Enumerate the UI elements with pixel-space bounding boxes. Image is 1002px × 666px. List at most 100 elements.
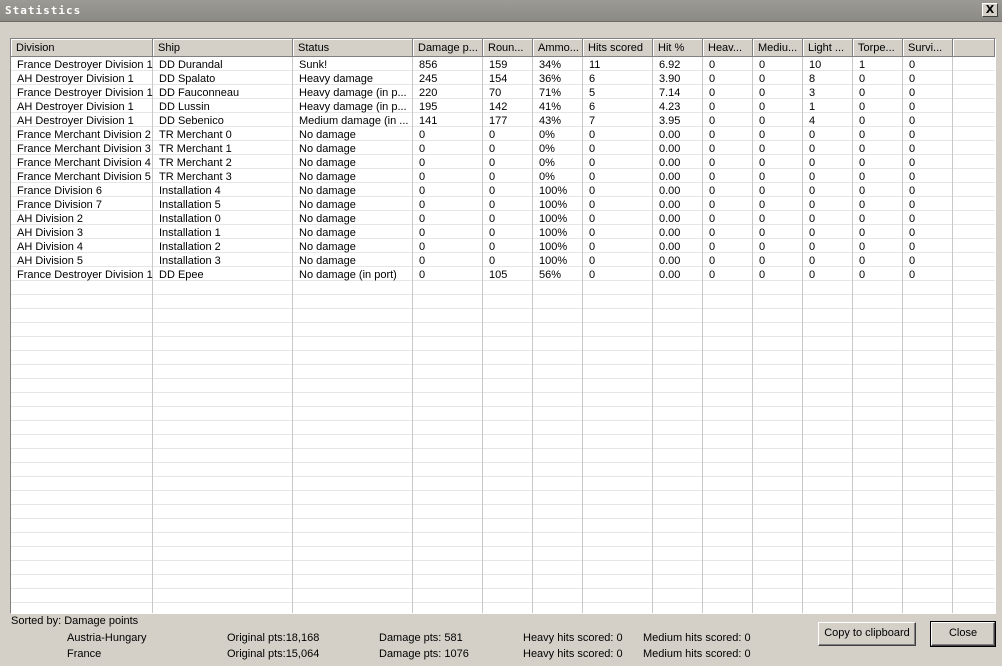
table-row[interactable]: AH Destroyer Division 1 DD Sebenico Medium… [11, 114, 953, 128]
table-cell: 245 [419, 73, 438, 85]
table-cell: 100% [539, 227, 568, 239]
column-header[interactable]: Status [293, 39, 413, 57]
column-header[interactable]: Mediu... [753, 39, 803, 57]
table-cell: 105 [489, 269, 508, 281]
table-cell: 0 [809, 143, 816, 155]
table-cell: 0 [859, 73, 866, 85]
table-cell: 0 [419, 213, 426, 225]
table-cell: AH Destroyer Division 1 [17, 73, 134, 85]
table-cell: 0 [859, 185, 866, 197]
table-row[interactable]: France Merchant Division 2 TR Merchant 0 N… [11, 128, 953, 142]
table-cell: 0 [709, 227, 716, 239]
table-cell: 0 [589, 171, 596, 183]
table-row[interactable]: France Destroyer Division 1 DD Fauconneau… [11, 86, 953, 100]
table-cell: 0 [759, 73, 766, 85]
column-header[interactable]: Survi... [903, 39, 953, 57]
table-cell: France Destroyer Division 1 [17, 87, 153, 99]
table-row[interactable]: France Destroyer Division 1 DD Epee No dam… [11, 268, 953, 282]
close-icon[interactable]: X [982, 3, 998, 17]
table-cell: 0 [489, 143, 496, 155]
table-cell: 0 [859, 115, 866, 127]
column-header[interactable]: Heav... [703, 39, 753, 57]
table-row[interactable]: France Destroyer Division 1 DD Durandal Su… [11, 58, 953, 72]
table-row[interactable]: AH Division 2 Installation 0 No damage 0 0 10… [11, 212, 953, 226]
column-header[interactable]: Light ... [803, 39, 853, 57]
column-header[interactable]: Torpe... [853, 39, 903, 57]
table-row[interactable]: AH Destroyer Division 1 DD Spalato Heavy d… [11, 72, 953, 86]
table-cell: 0 [709, 143, 716, 155]
table-cell: 0 [419, 269, 426, 281]
table-row[interactable]: AH Division 4 Installation 2 No damage 0 0 10… [11, 240, 953, 254]
table-row[interactable]: France Division 6 Installation 4 No damage… [11, 184, 953, 198]
table-row[interactable]: France Division 7 Installation 5 No damage… [11, 198, 953, 212]
table-cell: 0 [859, 227, 866, 239]
title-bar[interactable]: Statistics X [0, 0, 1002, 22]
column-header[interactable]: Roun... [483, 39, 533, 57]
table-cell: 0 [709, 115, 716, 127]
table-cell: Installation 3 [159, 255, 221, 267]
table-cell: DD Fauconneau [159, 87, 240, 99]
heavy-hits-france: Heavy hits scored: 0 [523, 648, 623, 660]
table-cell: 0 [709, 255, 716, 267]
side-name-france: France [67, 648, 102, 660]
table-cell: 0 [759, 129, 766, 141]
column-header[interactable]: Division [11, 39, 153, 57]
table-cell: 0 [809, 157, 816, 169]
table-cell: 0 [419, 241, 426, 253]
table-cell: 0 [419, 157, 426, 169]
table-cell: 0 [859, 101, 866, 113]
table-cell: 11 [589, 59, 601, 71]
table-cell: 0 [759, 171, 766, 183]
statistics-table[interactable]: Division Ship Status Damage p... Roun... Ammo… [10, 38, 996, 614]
table-row[interactable]: AH Destroyer Division 1 DD Lussin Heavy da… [11, 100, 953, 114]
table-cell: Sunk! [299, 59, 328, 71]
table-cell: 0 [589, 157, 596, 169]
table-cell: 56% [539, 269, 562, 281]
table-cell: AH Division 5 [17, 255, 84, 267]
table-cell: 0 [489, 255, 496, 267]
table-cell: 0 [909, 269, 916, 281]
table-cell: 0 [709, 157, 716, 169]
table-cell: Medium damage (in ... [299, 115, 409, 127]
table-cell: 8 [809, 73, 816, 85]
table-cell: 0 [709, 171, 716, 183]
table-cell: 0 [909, 59, 916, 71]
table-cell: 0 [709, 269, 716, 281]
copy-to-clipboard-button[interactable]: Copy to clipboard [818, 622, 916, 646]
table-cell: 0.00 [659, 255, 681, 267]
table-cell: 4.23 [659, 101, 681, 113]
table-cell: 0 [489, 129, 496, 141]
table-cell: DD Epee [159, 269, 204, 281]
table-cell: AH Destroyer Division 1 [17, 115, 134, 127]
table-row[interactable]: AH Division 5 Installation 3 No damage 0 0 10… [11, 254, 953, 268]
table-cell: 0 [419, 185, 426, 197]
table-cell: 0 [909, 255, 916, 267]
table-cell: 0 [859, 171, 866, 183]
table-cell: 0.00 [659, 143, 681, 155]
table-cell: 0 [909, 87, 916, 99]
column-header[interactable]: Hits scored [583, 39, 653, 57]
table-cell: France Merchant Division 5 [17, 171, 151, 183]
table-cell: TR Merchant 3 [159, 171, 232, 183]
table-cell: 4 [809, 115, 816, 127]
table-cell: 0 [709, 59, 716, 71]
column-header[interactable]: Damage p... [413, 39, 483, 57]
column-header[interactable]: Ammo... [533, 39, 583, 57]
column-header[interactable]: Hit % [653, 39, 703, 57]
table-row[interactable]: France Merchant Division 5 TR Merchant 3 N… [11, 170, 953, 184]
table-row[interactable]: AH Division 3 Installation 1 No damage 0 0 10… [11, 226, 953, 240]
table-cell: 220 [419, 87, 438, 99]
close-button[interactable]: Close [930, 621, 996, 647]
table-cell: 0 [589, 129, 596, 141]
table-cell: DD Durandal [159, 59, 223, 71]
table-cell: TR Merchant 1 [159, 143, 232, 155]
table-cell: 0 [419, 129, 426, 141]
table-cell: 0 [759, 143, 766, 155]
table-cell: 0.00 [659, 269, 681, 281]
table-cell: 0 [419, 199, 426, 211]
table-row[interactable]: France Merchant Division 4 TR Merchant 2 N… [11, 156, 953, 170]
table-cell: 0 [909, 129, 916, 141]
table-cell: 10 [809, 59, 822, 71]
table-row[interactable]: France Merchant Division 3 TR Merchant 1 N… [11, 142, 953, 156]
column-header[interactable]: Ship [153, 39, 293, 57]
